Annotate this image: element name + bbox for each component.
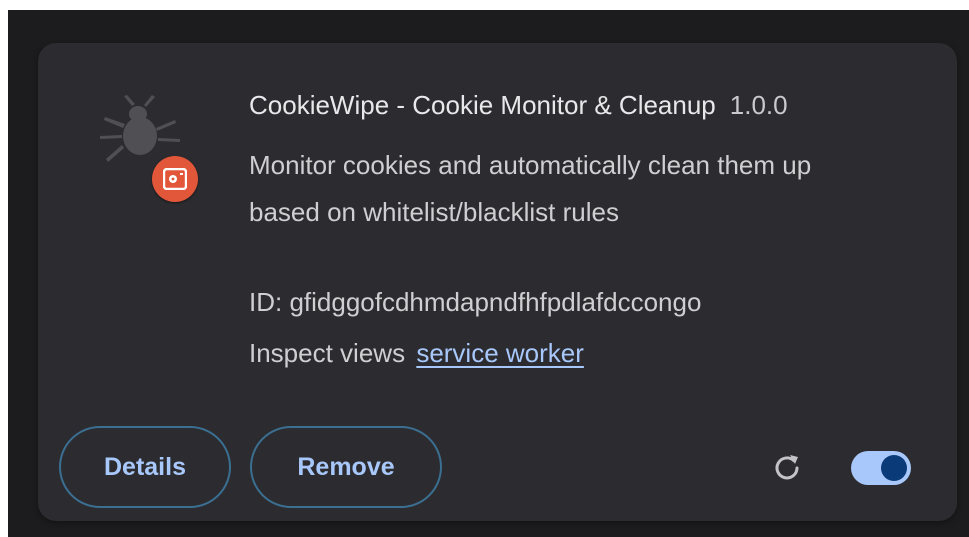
extension-version: 1.0.0 (729, 90, 788, 120)
enable-toggle[interactable] (851, 451, 911, 485)
extension-title: CookieWipe - Cookie Monitor & Cleanup 1.0… (249, 90, 788, 121)
toggle-knob (881, 455, 907, 481)
extension-icon (96, 92, 206, 202)
disk-icon (163, 168, 187, 190)
reload-icon[interactable] (770, 451, 804, 485)
extension-id: ID: gfidggofcdhmdapndfhfpdlafdccongo (249, 287, 702, 317)
extension-description: Monitor cookies and automatically clean … (249, 150, 812, 227)
remove-button[interactable]: Remove (250, 426, 442, 508)
inspect-views-label: Inspect views (249, 338, 406, 368)
badge-icon (152, 156, 198, 202)
service-worker-link[interactable]: service worker (416, 338, 584, 368)
extension-name: CookieWipe - Cookie Monitor & Cleanup (249, 90, 716, 120)
details-button[interactable]: Details (59, 426, 231, 508)
inspect-views: Inspect views service worker (249, 338, 584, 369)
